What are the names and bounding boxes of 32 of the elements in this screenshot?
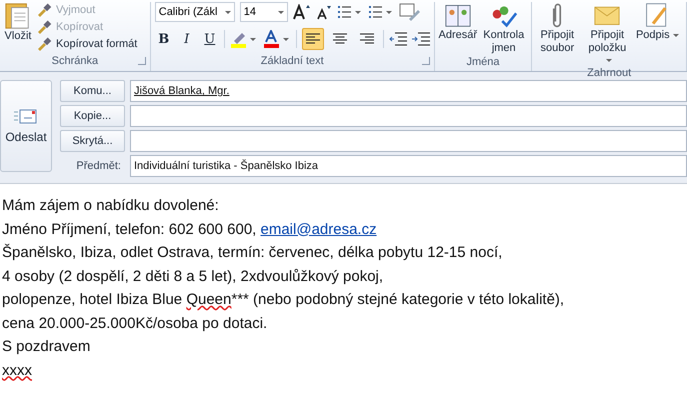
font-dropdown[interactable]: Calibri (Zákl bbox=[154, 2, 235, 22]
send-button[interactable]: Odeslat bbox=[0, 80, 52, 172]
message-line: cena 20.000-25.000Kč/osoba po dotaci. bbox=[2, 314, 268, 334]
message-line: Španělsko, Ibiza, odlet Ostrava, termín: červenec, délka pobytu 12-15 nocí, bbox=[2, 242, 504, 263]
address-field[interactable]: Jišová Blanka, Mgr. bbox=[130, 80, 687, 102]
ribbon-button[interactable]: Připojit soubor bbox=[532, 2, 582, 54]
subject-label: Předmět: bbox=[75, 160, 122, 172]
ribbon-button[interactable]: Připojit položku bbox=[582, 2, 632, 67]
message-line: 4 osoby (2 dospělí, 2 děti 8 a 5 let), 2xdvoulůžkový pokoj, bbox=[2, 266, 384, 286]
group-label: Zahrnout bbox=[587, 66, 632, 79]
message-line: S pozdravem bbox=[2, 337, 92, 357]
message-line: Jméno Příjmení, telefon: 602 600 600, email@adresa.cz bbox=[2, 220, 378, 240]
paste-button[interactable]: Vložit bbox=[0, 2, 36, 42]
format-button[interactable]: B bbox=[154, 32, 173, 46]
message-line: Mám zájem o nabídku dovolené: bbox=[2, 196, 220, 216]
format-button[interactable]: U bbox=[200, 32, 219, 46]
ribbon-button[interactable]: Kontrola jmen bbox=[480, 2, 527, 54]
address-button[interactable]: Skrytá... bbox=[60, 130, 125, 152]
format-button[interactable]: I bbox=[178, 32, 196, 46]
message-line: polopenze, hotel Ibiza Blue Queen*** (nebo podobný stejné kategorie v této lokalitě), bbox=[2, 290, 566, 310]
address-button[interactable]: Kopie... bbox=[60, 105, 125, 127]
ribbon-button[interactable]: Adresář bbox=[434, 2, 481, 42]
address-button[interactable]: Komu... bbox=[60, 80, 125, 102]
email-link[interactable]: email@adresa.cz bbox=[260, 220, 377, 238]
group-label: Jména bbox=[466, 56, 500, 68]
ribbon-button[interactable]: Podpis bbox=[632, 2, 682, 42]
group-label: Základní text bbox=[260, 55, 324, 67]
clipboard-button[interactable]: Kopírovat formát bbox=[36, 36, 138, 52]
subject-field[interactable]: Individuální turistika - Španělsko Ibiza bbox=[130, 155, 687, 177]
message-line: xxxx bbox=[2, 360, 33, 380]
font-size-dropdown[interactable]: 14 bbox=[240, 2, 288, 22]
group-label: Schránka bbox=[52, 55, 98, 67]
